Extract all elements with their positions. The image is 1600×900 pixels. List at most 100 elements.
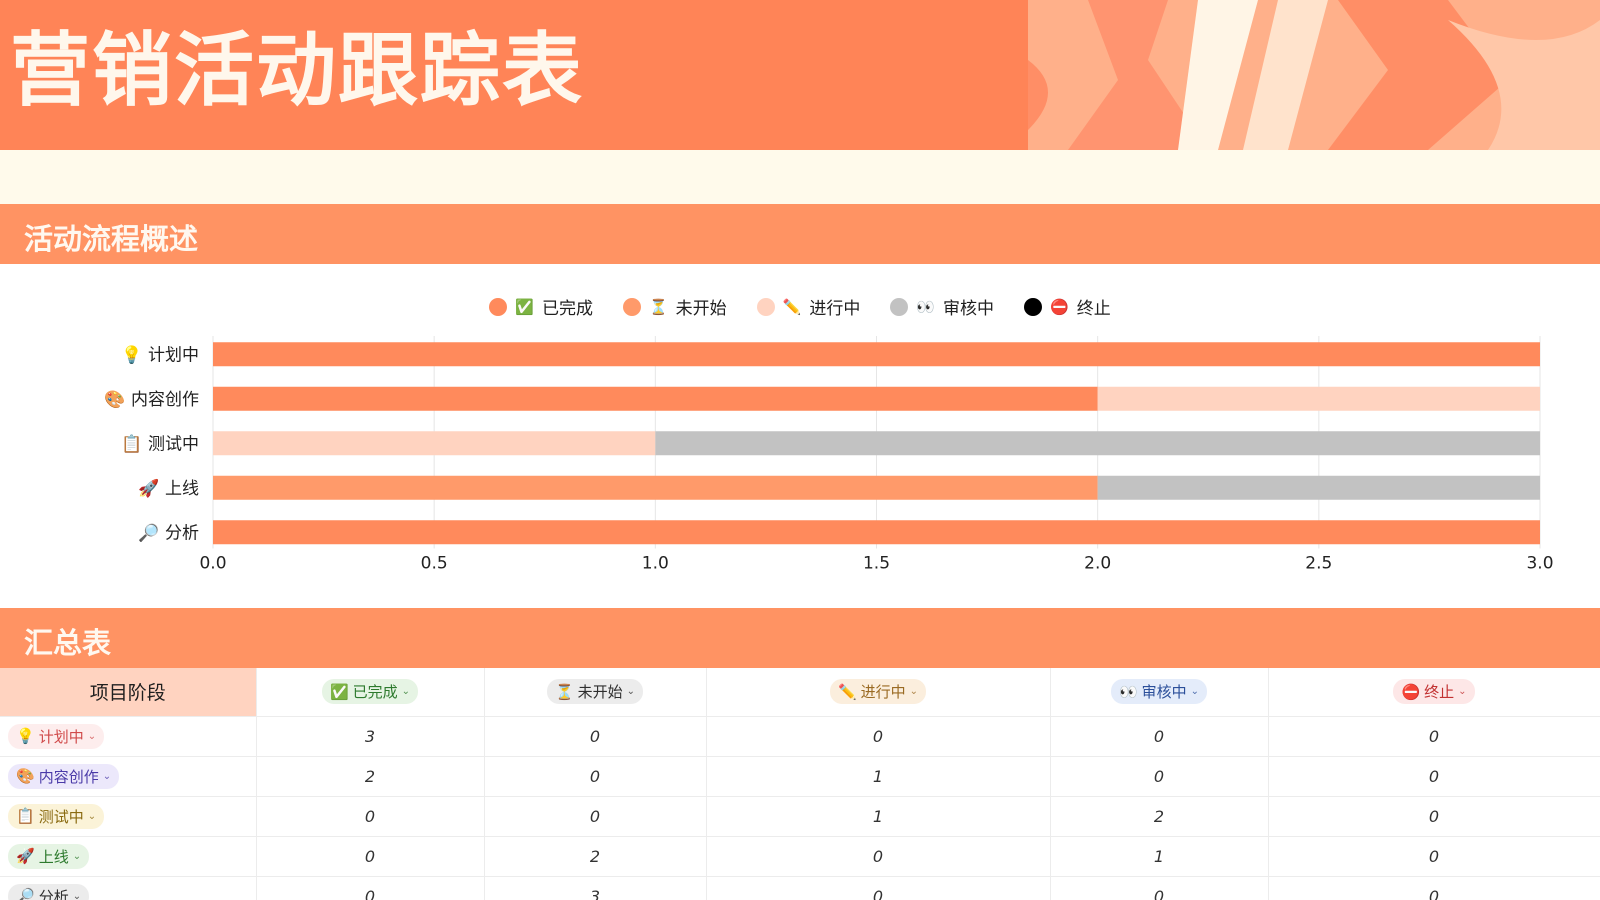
page-title: 营销活动跟踪表 <box>10 23 584 117</box>
chevron-down-icon[interactable]: ⌄ <box>73 851 81 862</box>
count-cell[interactable]: 0 <box>706 876 1051 900</box>
row-stage-cell[interactable]: 🔎 分析 ⌄ <box>0 876 257 900</box>
stage-pill[interactable]: 🚀 上线 ⌄ <box>8 843 90 869</box>
legend-status-icon: ✅ <box>515 297 534 316</box>
table-row: 🔎 分析 ⌄ 0 3 0 0 0 <box>0 876 1600 900</box>
legend-swatch <box>890 297 909 316</box>
count-cell[interactable]: 0 <box>256 836 485 877</box>
bar-segment <box>213 342 1540 367</box>
column-status-pill[interactable]: 👀 审核中 ⌄ <box>1110 679 1208 705</box>
stage-label: 分析 <box>38 887 69 900</box>
count-cell[interactable]: 2 <box>1050 796 1269 837</box>
column-status-icon: ✅ <box>329 682 349 701</box>
column-header[interactable]: ✏️ 进行中 ⌄ <box>706 668 1051 717</box>
y-category-label: 🔎 分析 <box>138 521 199 543</box>
chevron-down-icon[interactable]: ⌄ <box>1191 686 1199 697</box>
stage-pill[interactable]: 💡 计划中 ⌄ <box>8 723 105 749</box>
bar-segment <box>213 520 1540 545</box>
chevron-down-icon[interactable]: ⌄ <box>910 686 918 697</box>
stage-pill[interactable]: 🔎 分析 ⌄ <box>8 883 90 900</box>
column-header[interactable]: ⏳ 未开始 ⌄ <box>484 668 707 717</box>
x-tick-label: 0.0 <box>199 554 226 574</box>
row-stage-cell[interactable]: 🚀 上线 ⌄ <box>0 836 257 877</box>
legend-status-icon: ⏳ <box>648 297 668 316</box>
legend-item[interactable]: ⛔ 终止 <box>1024 294 1111 319</box>
column-status-icon: ⏳ <box>554 682 574 701</box>
table-row: 📋 测试中 ⌄ 0 0 1 2 0 <box>0 796 1600 837</box>
table-row: 🚀 上线 ⌄ 0 2 0 1 0 <box>0 836 1600 877</box>
count-cell[interactable]: 2 <box>256 756 485 797</box>
count-cell[interactable]: 0 <box>1268 716 1600 757</box>
count-cell[interactable]: 0 <box>256 876 485 900</box>
bar-segment <box>1097 475 1540 500</box>
count-cell[interactable]: 0 <box>1268 756 1600 797</box>
column-status-icon: 👀 <box>1118 682 1138 701</box>
legend-item[interactable]: ✅ 已完成 <box>489 294 593 319</box>
chevron-down-icon[interactable]: ⌄ <box>88 811 96 822</box>
count-cell[interactable]: 0 <box>484 796 707 837</box>
row-stage-cell[interactable]: 💡 计划中 ⌄ <box>0 716 257 757</box>
chevron-down-icon[interactable]: ⌄ <box>627 686 635 697</box>
chart-area: 0.0 0.5 1.0 1.5 2.0 2.5 3.0 💡 计划中 🎨 内容创作 📋 测试中 🚀 上… <box>0 264 1600 608</box>
column-status-pill[interactable]: ✅ 已完成 ⌄ <box>321 679 419 705</box>
page-banner: 营销活动跟踪表 <box>0 0 1600 150</box>
column-status-label: 已完成 <box>352 683 398 702</box>
count-cell[interactable]: 0 <box>1050 876 1269 900</box>
summary-table-area: 项目阶段 ✅ 已完成 ⌄ ⏳ 未开始 ⌄ ✏️ 进行中 ⌄ 👀 审核中 ⌄ ⛔ 终止 ⌄ 💡 计划中 ⌄ 3 0 0 0… <box>0 668 1600 900</box>
count-cell[interactable]: 0 <box>256 796 485 837</box>
legend-label: 已完成 <box>541 299 593 319</box>
x-tick-label: 0.5 <box>421 554 448 574</box>
stage-icon: 🔎 <box>16 887 35 900</box>
y-category-label: 💡 计划中 <box>121 344 199 365</box>
column-status-pill[interactable]: ⏳ 未开始 ⌄ <box>546 679 644 705</box>
count-cell[interactable]: 2 <box>484 836 707 877</box>
chevron-down-icon[interactable]: ⌄ <box>1458 686 1466 697</box>
count-cell[interactable]: 0 <box>706 836 1051 877</box>
row-stage-cell[interactable]: 🎨 内容创作 ⌄ <box>0 756 257 797</box>
row-stage-cell[interactable]: 📋 测试中 ⌄ <box>0 796 257 837</box>
column-status-pill[interactable]: ⛔ 终止 ⌄ <box>1393 679 1475 705</box>
count-cell[interactable]: 0 <box>484 716 707 757</box>
column-status-icon: ✏️ <box>837 682 857 701</box>
legend-status-icon: ✏️ <box>782 297 802 316</box>
count-cell[interactable]: 0 <box>706 716 1051 757</box>
count-cell[interactable]: 1 <box>706 756 1051 797</box>
count-cell[interactable]: 3 <box>256 716 485 757</box>
cream-band <box>0 150 1600 204</box>
column-header[interactable]: ✅ 已完成 ⌄ <box>256 668 485 717</box>
legend-swatch <box>489 297 508 316</box>
legend-label: 审核中 <box>943 299 995 319</box>
chevron-down-icon[interactable]: ⌄ <box>73 891 81 900</box>
legend-label: 进行中 <box>809 299 861 319</box>
legend-swatch <box>622 297 641 316</box>
count-cell[interactable]: 0 <box>1050 716 1269 757</box>
stage-label: 测试中 <box>38 807 84 826</box>
count-cell[interactable]: 0 <box>1268 796 1600 837</box>
legend-item[interactable]: ⏳ 未开始 <box>622 294 727 319</box>
stage-label: 计划中 <box>38 727 84 746</box>
count-cell[interactable]: 1 <box>1050 836 1269 877</box>
count-cell[interactable]: 0 <box>484 756 707 797</box>
table-row: 🎨 内容创作 ⌄ 2 0 1 0 0 <box>0 756 1600 797</box>
count-cell[interactable]: 0 <box>1050 756 1269 797</box>
column-status-pill[interactable]: ✏️ 进行中 ⌄ <box>829 679 927 705</box>
count-cell[interactable]: 3 <box>484 876 707 900</box>
count-cell[interactable]: 0 <box>1268 836 1600 877</box>
table-row: 💡 计划中 ⌄ 3 0 0 0 0 <box>0 716 1600 757</box>
count-cell[interactable]: 1 <box>706 796 1051 837</box>
stage-pill[interactable]: 📋 测试中 ⌄ <box>8 803 105 829</box>
x-tick-label: 2.5 <box>1305 554 1332 574</box>
legend-item[interactable]: ✏️ 进行中 <box>756 294 861 319</box>
column-header[interactable]: 👀 审核中 ⌄ <box>1050 668 1269 717</box>
chart-legend: ✅ 已完成 ⏳ 未开始 ✏️ 进行中 👀 审核中 ⛔ 终止 <box>0 294 1600 319</box>
column-header[interactable]: ⛔ 终止 ⌄ <box>1268 668 1600 717</box>
stage-pill[interactable]: 🎨 内容创作 ⌄ <box>8 763 120 789</box>
legend-item[interactable]: 👀 审核中 <box>890 294 994 319</box>
column-status-label: 终止 <box>1424 683 1455 702</box>
chevron-down-icon[interactable]: ⌄ <box>88 731 96 742</box>
chevron-down-icon[interactable]: ⌄ <box>402 686 410 697</box>
section-header-chart: 活动流程概述 <box>0 204 1600 264</box>
chevron-down-icon[interactable]: ⌄ <box>103 771 111 782</box>
column-status-label: 未开始 <box>577 683 623 702</box>
count-cell[interactable]: 0 <box>1268 876 1600 900</box>
